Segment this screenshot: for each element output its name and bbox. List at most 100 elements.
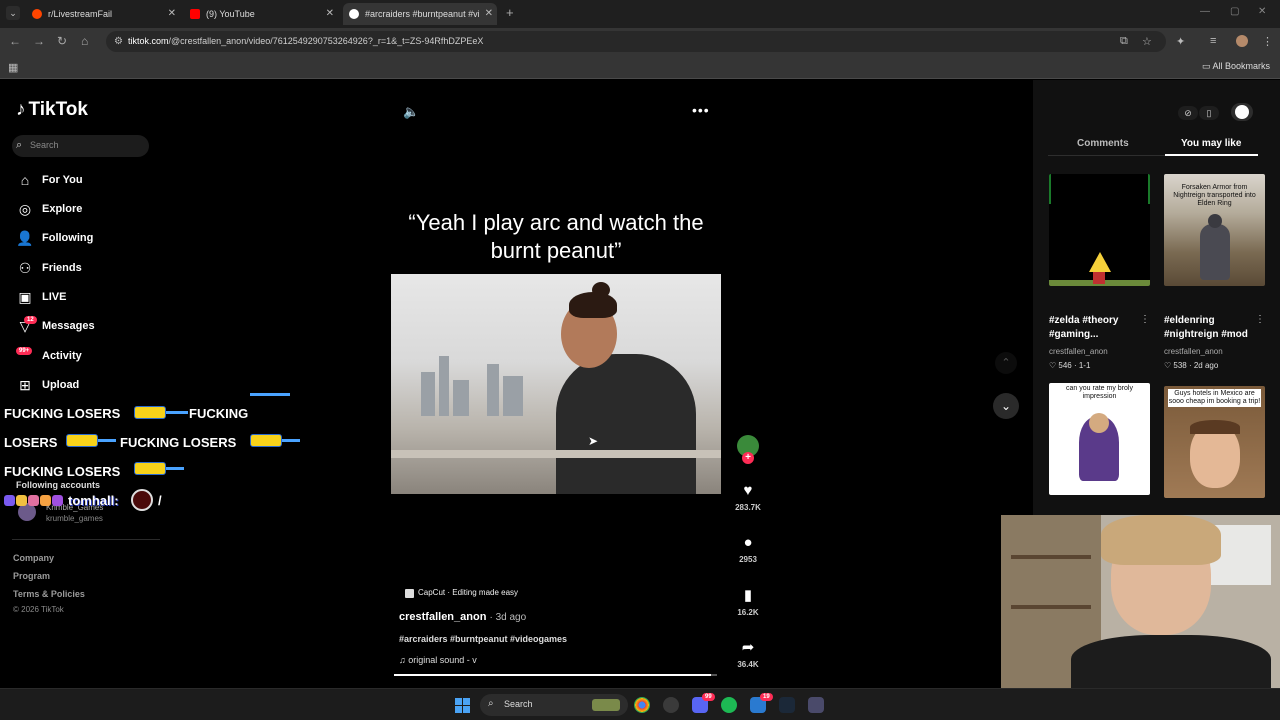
thumb-author[interactable]: crestfallen_anon [1164,347,1223,356]
taxi-emote [134,406,166,419]
browser-menu-icon[interactable]: ⋮ [1262,35,1273,48]
save-button[interactable]: ▮ 16.2K [733,586,763,617]
media-controls-icon[interactable]: ≡ [1210,35,1216,47]
thumb-stats: ♡ 538 · 2d ago [1164,361,1219,370]
video-progress-bar[interactable] [394,674,717,676]
thumb-author[interactable]: crestfallen_anon [1049,347,1108,356]
follow-plus-button[interactable]: + [742,452,754,464]
thumb-title[interactable]: #zelda #theory [1049,314,1118,328]
back-icon[interactable]: ← [9,34,21,48]
tab-livestreamfail[interactable]: r/LivestreamFail ✕ [26,3,180,25]
bookmark-star-icon[interactable]: ☆ [1142,35,1152,48]
more-options-icon[interactable]: ⋮ [1255,314,1265,325]
video-author[interactable]: crestfallen_anon · 3d ago [399,611,526,623]
recommended-video-thumbnail[interactable]: can you rate my broly impression [1049,383,1150,495]
obs-icon[interactable] [663,697,679,713]
url-host: tiktok.com [128,36,169,46]
install-app-icon[interactable]: ⧉ [1120,35,1128,48]
extensions-icon[interactable]: ✦ [1176,35,1185,48]
profile-avatar[interactable] [1236,35,1248,47]
maximize-icon[interactable]: ▢ [1230,6,1239,17]
music-note-icon: ♫ [399,655,409,665]
share-button[interactable]: ➦ 36.4K [733,638,763,669]
address-bar-row: ← → ↻ ⌂ ⚙ tiktok.com/@crestfallen_anon/v… [0,28,1280,55]
close-icon[interactable]: ✕ [168,3,176,25]
taskbar-search[interactable]: ⌕ Search [480,694,628,716]
tab-search-icon[interactable]: ⌄ [6,6,20,20]
heart-icon: ♥ [743,482,753,499]
chrome-icon[interactable] [634,697,650,713]
recommended-video-thumbnail[interactable]: Guys hotels in Mexico are sooo cheap im … [1164,386,1265,498]
more-options-icon[interactable]: ••• [692,102,710,118]
comment-button[interactable]: ● 2953 [733,534,763,564]
footer-link-program[interactable]: Program [13,571,50,581]
emote-trail [250,393,290,396]
search-input[interactable]: ⌕ Search [12,135,149,157]
device-icon[interactable]: ▯ [1199,106,1219,120]
chat-username: tomhall: [68,493,119,508]
recommended-video-thumbnail[interactable]: Forsaken Armor from Nightreign transport… [1164,174,1265,286]
forward-icon[interactable]: → [33,34,45,48]
url-text: tiktok.com/@crestfallen_anon/video/76125… [128,36,483,46]
sidebar-item-label: Upload [42,379,80,391]
tab-label: (9) YouTube [206,9,255,19]
previous-video-button[interactable]: ⌃ [995,352,1017,374]
more-options-icon[interactable]: ⋮ [1140,314,1150,325]
all-bookmarks[interactable]: ▭ All Bookmarks [1202,61,1270,72]
sidebar-item-live[interactable]: ▣ LIVE [14,287,164,309]
like-count: 283.7K [735,503,761,512]
home-page-icon[interactable]: ⌂ [81,34,88,48]
tiktok-note-icon: ♪ [16,99,26,120]
video-player[interactable] [391,274,721,494]
sidebar-item-upload[interactable]: ⊞ Upload [14,375,164,397]
autoscroll-icon[interactable]: ⊘ [1178,106,1198,120]
sidebar-item-friends[interactable]: ⚇ Friends [14,258,164,280]
overlay-alert-line: FUCKING LOSERS [4,406,121,421]
footer-link-company[interactable]: Company [13,553,54,563]
recommended-video-thumbnail[interactable] [1049,174,1150,286]
windows-start-icon[interactable] [455,698,470,713]
sidebar-item-for-you[interactable]: ⌂ For You [14,170,164,192]
sidebar-item-explore[interactable]: ◎ Explore [14,199,164,221]
footer-link-terms[interactable]: Terms & Policies [13,589,85,599]
video-hashtags[interactable]: #arcraiders #burntpeanut #videogames [399,634,567,644]
tab-youtube[interactable]: (9) YouTube ✕ [184,3,338,25]
tab-you-may-like[interactable]: You may like [1181,138,1241,149]
cam-shirt [1071,635,1271,688]
emote-trail [166,467,184,470]
like-button[interactable]: ♥ 283.7K [733,482,763,512]
site-info-icon[interactable]: ⚙ [114,36,123,47]
video-sound[interactable]: ♫ original sound - v [399,655,477,665]
start-tile [463,698,470,705]
app-icon[interactable] [808,697,824,713]
reload-icon[interactable]: ↻ [57,34,67,48]
tab-tiktok[interactable]: #arcraiders #burntpeanut #vide ✕ [343,3,497,25]
thumb-title[interactable]: #eldenring [1164,314,1215,328]
sidebar-item-following[interactable]: 👤 Following [14,228,164,250]
thumb-title-line2[interactable]: #gaming... [1049,328,1098,342]
bookmark-icon: ▮ [743,587,753,604]
spotify-icon[interactable] [721,697,737,713]
thumb-title-line2[interactable]: #nightreign #mod [1164,328,1248,342]
window-close-icon[interactable]: ✕ [1258,6,1266,17]
close-icon[interactable]: ✕ [326,3,334,25]
volume-icon[interactable]: 🔈 [403,104,419,120]
apps-grid-icon[interactable]: ▦ [8,61,18,74]
url-field[interactable]: ⚙ tiktok.com/@crestfallen_anon/video/761… [106,31,1166,52]
sidebar-item-label: Activity [42,350,82,362]
sidebar-item-activity[interactable]: Activity [14,346,164,368]
tab-comments[interactable]: Comments [1077,138,1129,149]
steam-icon[interactable] [779,697,795,713]
taxi-emote [250,434,282,447]
tiktok-logo[interactable]: ♪ TikTok [16,99,88,121]
video-caption: “Yeah I play arc and watch the burnt pea… [408,210,704,263]
close-icon[interactable]: ✕ [485,3,493,25]
start-tile [455,706,462,713]
sound-label: original sound - v [408,655,477,665]
cam-hair [1101,515,1221,565]
thumb-caption: Guys hotels in Mexico are sooo cheap im … [1168,389,1261,407]
minimize-icon[interactable]: — [1200,6,1210,17]
new-tab-button[interactable]: + [506,5,514,20]
theme-toggle[interactable] [1231,103,1253,121]
next-video-button[interactable]: ⌄ [993,393,1019,419]
